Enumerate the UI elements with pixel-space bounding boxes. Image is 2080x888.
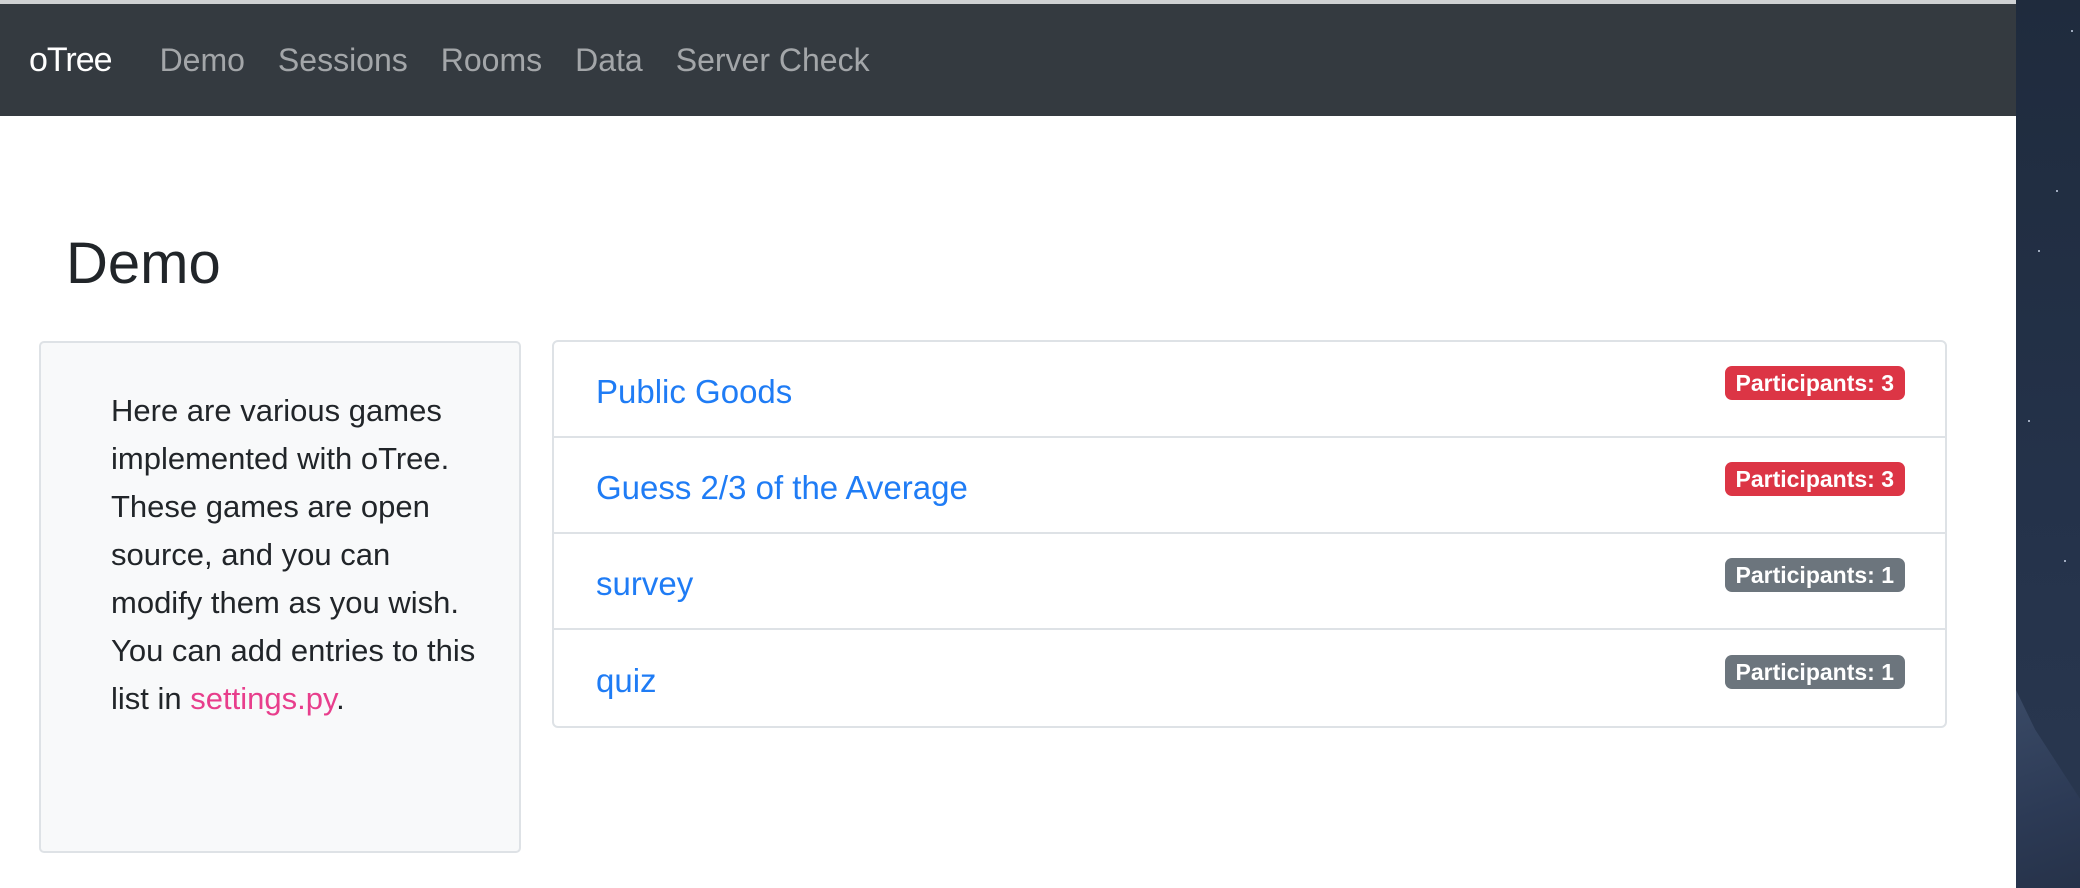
star [2071,30,2073,32]
app-link-public-goods[interactable]: Public Goods [596,373,792,411]
app-list: Public Goods Participants: 3 Guess 2/3 o… [552,340,1947,728]
info-text: Here are various games implemented with … [111,393,460,620]
star [2056,190,2058,192]
brand-logo[interactable]: oTree [29,41,113,80]
desktop-wallpaper [2016,0,2080,888]
app-link-guess-two-thirds[interactable]: Guess 2/3 of the Average [596,469,968,507]
page-title: Demo [66,231,221,296]
info-card: Here are various games implemented with … [39,341,521,853]
browser-content: oTree Demo Sessions Rooms Data Server Ch… [0,0,2016,888]
participants-badge: Participants: 1 [1724,655,1905,689]
participants-badge: Participants: 3 [1724,366,1905,400]
star [2028,420,2030,422]
nav-link-sessions[interactable]: Sessions [278,42,408,79]
nav-link-server-check[interactable]: Server Check [676,42,870,79]
nav-link-rooms[interactable]: Rooms [441,42,542,79]
star [2064,560,2066,562]
participants-badge: Participants: 3 [1724,462,1905,496]
mountain-ridge [2016,690,2080,888]
navbar: oTree Demo Sessions Rooms Data Server Ch… [0,4,2016,116]
nav-link-data[interactable]: Data [575,42,643,79]
info-settings-suffix: . [336,681,345,716]
list-item: survey Participants: 1 [554,534,1945,630]
list-item: Guess 2/3 of the Average Participants: 3 [554,438,1945,534]
participants-badge: Participants: 1 [1724,558,1905,592]
nav-link-demo[interactable]: Demo [160,42,245,79]
star [2038,250,2040,252]
list-item: quiz Participants: 1 [554,630,1945,726]
info-settings-text: You can add entries to this list in sett… [111,627,479,723]
list-item: Public Goods Participants: 3 [554,342,1945,438]
settings-link[interactable]: settings.py [190,681,336,716]
nav-links: Demo Sessions Rooms Data Server Check [160,42,903,79]
app-link-quiz[interactable]: quiz [596,662,657,700]
app-link-survey[interactable]: survey [596,565,693,603]
